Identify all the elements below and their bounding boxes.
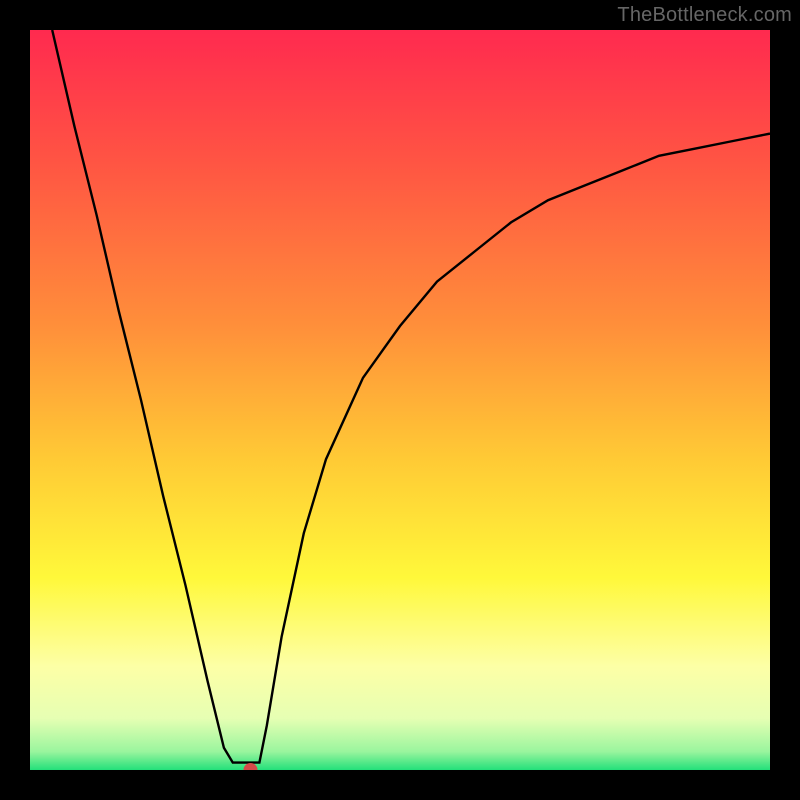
bottleneck-chart [30, 30, 770, 770]
watermark-label: TheBottleneck.com [617, 4, 792, 27]
chart-frame: TheBottleneck.com [0, 0, 800, 800]
